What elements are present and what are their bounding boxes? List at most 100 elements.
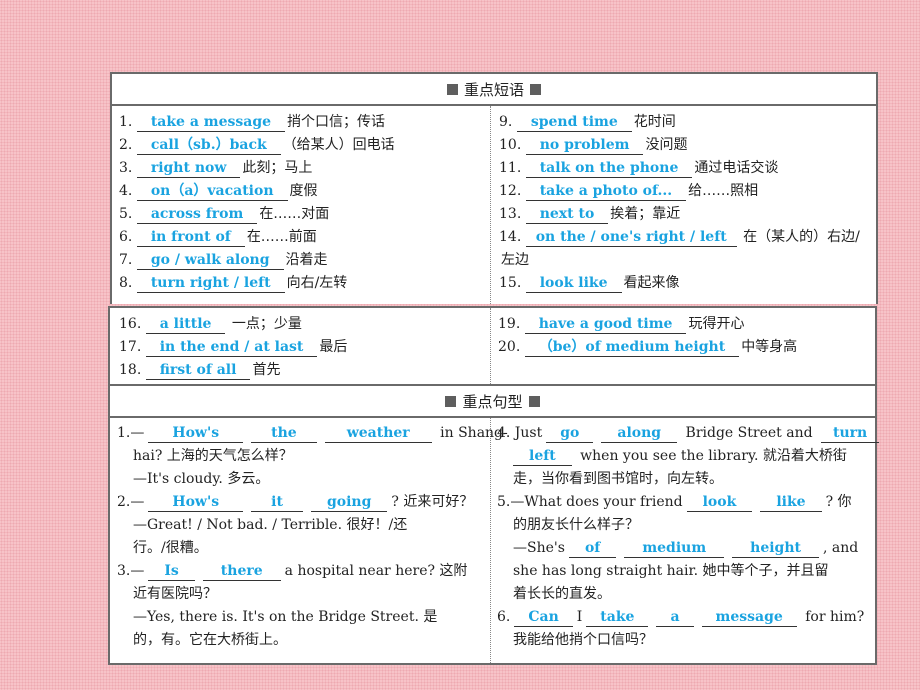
sentence-blank: Can: [514, 609, 573, 627]
sentence-line: —It's cloudy. 多云。: [117, 468, 485, 491]
key-phrases-box: 重点短语 1. take a message 捎个口信；传话 2. call（sb…: [110, 72, 878, 304]
phrase-meaning: 沿着走: [285, 252, 328, 268]
phrase-answer: a little: [145, 316, 226, 334]
phrase-meaning: 玩得开心: [688, 316, 745, 332]
phrase-number: 5.: [119, 206, 133, 222]
phrase-answer: take a message: [136, 114, 286, 132]
sentence-blank: look: [686, 494, 753, 512]
sentence-text: for him?: [805, 609, 865, 625]
sentence-text: 我能给他捎个口信吗？: [513, 632, 653, 648]
sentence-line: 我能给他捎个口信吗？: [497, 629, 869, 652]
phrase-item: 3. right now 此刻；马上: [119, 157, 395, 180]
phrase-number: 4.: [119, 183, 133, 199]
phrase-item: 10. no problem 没问题: [499, 134, 860, 157]
sentence-line: 的朋友长什么样子？: [497, 514, 869, 537]
phrase-item: 19. have a good time 玩得开心: [498, 313, 797, 336]
sentence-blank: there: [202, 563, 281, 581]
sentence-blank: along: [601, 425, 678, 443]
phrase-item: 15. look like 看起来像: [499, 272, 860, 295]
phrase-answer: on（a）vacation: [136, 183, 288, 201]
sentence-number: 2.—: [117, 494, 145, 510]
phrase-item: 11. talk on the phone 通过电话交谈: [499, 157, 860, 180]
phrases-right-column-2: 19. have a good time 玩得开心 20. （be）of medi…: [498, 313, 797, 359]
sentence-text: she has long straight hair. 她中等个子，并且留: [513, 563, 829, 579]
phrase-meaning: 在……对面: [259, 206, 330, 222]
sentence-3: 3.— Is there a hospital near here? 这附: [117, 560, 485, 583]
sentence-blank: Is: [148, 563, 195, 581]
sentence-blank: going: [310, 494, 388, 512]
sentence-blank: of: [568, 540, 617, 558]
phrase-answer: right now: [136, 160, 241, 178]
phrase-item: 8. turn right / left 向右/左转: [119, 272, 395, 295]
sentence-blank: medium: [624, 540, 725, 558]
phrase-answer: （be）of medium height: [524, 339, 740, 357]
phrase-item: 5. across from 在……对面: [119, 203, 395, 226]
sentence-text: 着长长的直发。: [513, 586, 611, 602]
phrase-number: 6.: [119, 229, 133, 245]
sentence-text: —It's cloudy. 多云。: [133, 471, 270, 487]
phrase-number: 3.: [119, 160, 133, 176]
sentence-number: 3.—: [117, 563, 145, 579]
phrase-item: 18. first of all 首先: [119, 359, 347, 382]
phrase-meaning: 度假: [289, 183, 318, 199]
phrase-answer: spend time: [516, 114, 632, 132]
phrase-meaning: 在……前面: [246, 229, 317, 245]
sentence-line: left when you see the library. 就沿着大桥街: [497, 445, 869, 468]
sentence-number: 1.—: [117, 425, 145, 441]
key-sentences-box: 16. a little 一点；少量 17. in the end / at l…: [108, 306, 880, 665]
phrase-answer: call（sb.）back: [136, 137, 281, 155]
phrase-number: 1.: [119, 114, 133, 130]
sentence-blank: How's: [148, 425, 244, 443]
phrase-item: 16. a little 一点；少量: [119, 313, 347, 336]
phrase-answer: first of all: [145, 362, 251, 380]
phrase-number: 12.: [499, 183, 522, 199]
phrase-answer: on the / one's right / left: [525, 229, 737, 247]
sentence-line: hai? 上海的天气怎么样？: [117, 445, 485, 468]
phrase-meaning: 在（某人的）右边/: [743, 229, 860, 245]
phrase-number: 15.: [499, 275, 522, 291]
phrase-meaning: 一点；少量: [231, 316, 302, 332]
sentences-title: 重点句型: [462, 392, 523, 411]
phrase-meaning-cont: 左边: [501, 252, 529, 268]
sentence-blank: it: [251, 494, 303, 512]
sentence-text: ? 你: [825, 494, 852, 510]
phrase-number: 19.: [498, 316, 521, 332]
phrase-number: 18.: [119, 362, 142, 378]
square-bullet-icon: [528, 395, 540, 407]
phrase-number: 20.: [498, 339, 521, 355]
phrase-continuation: 左边: [499, 249, 860, 272]
phrase-answer: go / walk along: [136, 252, 284, 270]
phrase-meaning: （给某人）回电话: [282, 137, 395, 153]
phrase-answer: next to: [525, 206, 609, 224]
square-bullet-icon: [445, 395, 457, 407]
phrase-meaning: 挨着；靠近: [610, 206, 681, 222]
phrase-number: 2.: [119, 137, 133, 153]
phrase-meaning: 最后: [319, 339, 348, 355]
sentence-blank: message: [701, 609, 797, 627]
phrase-number: 8.: [119, 275, 133, 291]
phrases-left-column-2: 16. a little 一点；少量 17. in the end / at l…: [119, 313, 347, 382]
sentences-left-column: 1.— How's the weather in Shang- hai? 上海的天气怎…: [117, 422, 508, 652]
sentences-right-column: 4. Just go along Bridge Street and turn le…: [497, 422, 880, 652]
phrase-item: 14. on the / one's right / left 在（某人的）右边…: [499, 226, 860, 249]
phrase-meaning: 首先: [252, 362, 281, 378]
sentence-5: 5.—What does your friend look like? 你: [497, 491, 869, 514]
sentence-text: 走，当你看到图书馆时，向左转。: [513, 471, 723, 487]
phrases-left-column: 1. take a message 捎个口信；传话 2. call（sb.）bac…: [119, 111, 395, 295]
phrase-number: 7.: [119, 252, 133, 268]
sentence-text: 近有医院吗？: [133, 586, 217, 602]
phrase-answer: talk on the phone: [525, 160, 693, 178]
sentence-blank: the: [251, 425, 317, 443]
sentence-line: —She's of medium height, and: [497, 537, 869, 560]
phrases-right-column: 9. spend time 花时间 10. no problem 没问题 11. t…: [499, 111, 860, 295]
square-bullet-icon: [530, 83, 541, 95]
sentence-blank: turn: [821, 425, 880, 443]
phrase-number: 13.: [499, 206, 522, 222]
sentence-text: 的朋友长什么样子？: [513, 517, 639, 533]
phrase-number: 11.: [499, 160, 522, 176]
phrase-meaning: 给……照相: [688, 183, 759, 199]
phrase-number: 10.: [499, 137, 522, 153]
phrase-number: 9.: [499, 114, 513, 130]
sentence-text: , and: [822, 540, 859, 556]
sentence-number: 5.—What does your friend: [497, 494, 683, 510]
